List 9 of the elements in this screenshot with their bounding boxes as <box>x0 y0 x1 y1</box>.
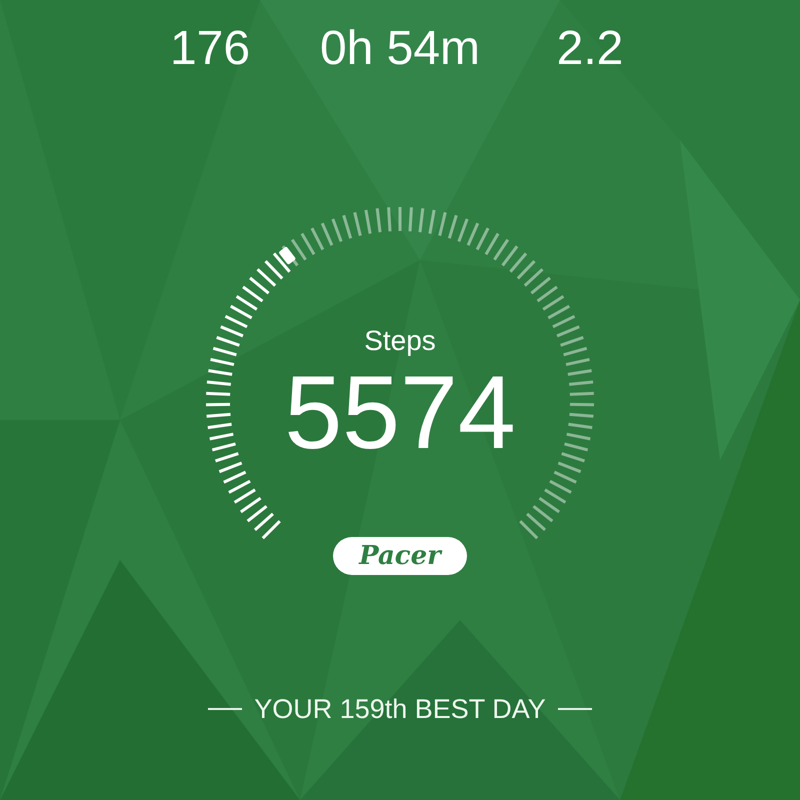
rule-line <box>208 708 242 710</box>
stat-value: 0h 54m <box>320 22 480 76</box>
rule-line <box>558 708 592 710</box>
stat-value: 176 <box>170 22 250 76</box>
steps-label: Steps <box>364 324 436 358</box>
stat-value: 2.2 <box>556 22 624 76</box>
pacer-logo: Pacer <box>333 537 467 575</box>
steps-count: 5574 <box>284 358 516 468</box>
best-day-text: YOUR 159th BEST DAY <box>254 693 546 725</box>
